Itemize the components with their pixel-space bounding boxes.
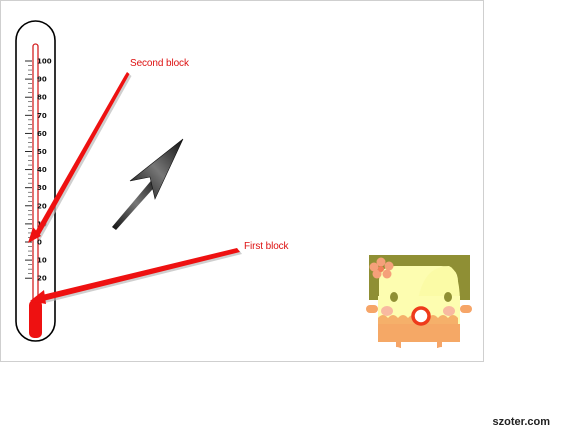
callout-second-label[interactable]: Second block — [129, 57, 191, 70]
thermometer-scale-label: 80 — [37, 94, 47, 102]
cartoon-girl-icon[interactable] — [366, 255, 472, 351]
thermometer[interactable]: 10090807060504030201001020 — [15, 20, 56, 342]
thermometer-scale-label: 20 — [37, 275, 47, 283]
thermometer-scale-label: 0 — [37, 239, 42, 247]
arrow-up-right-icon[interactable] — [112, 138, 184, 230]
callout-first-arrow[interactable] — [30, 248, 242, 304]
thermometer-scale-label: 10 — [37, 257, 47, 265]
thermometer-scale-label: 50 — [37, 148, 47, 156]
thermometer-scale-label: 100 — [37, 58, 52, 66]
annotation-scene: 10090807060504030201001020 Second block … — [15, 20, 472, 351]
thermometer-scale-label: 60 — [37, 130, 47, 138]
watermark: szoter.com — [492, 416, 550, 428]
thermometer-scale-label: 40 — [37, 166, 47, 174]
thermometer-bulb — [29, 300, 42, 338]
thermometer-scale-label: 20 — [37, 202, 47, 210]
thermometer-scale-label: 70 — [37, 112, 47, 120]
thermometer-scale-label: 90 — [37, 76, 47, 84]
callout-first-label[interactable]: First block — [243, 240, 291, 253]
thermometer-scale-label: 30 — [37, 184, 47, 192]
